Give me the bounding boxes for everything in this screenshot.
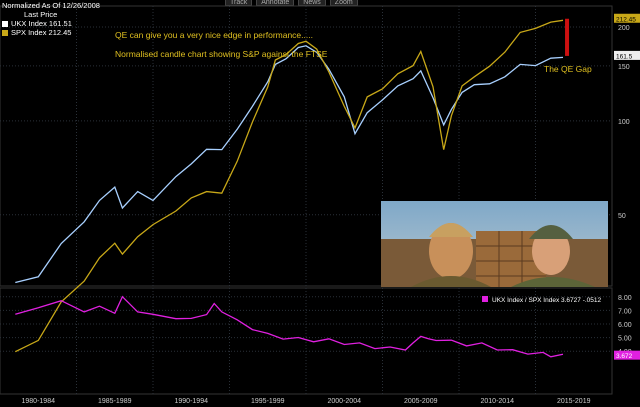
ratio-legend-label: UKX Index / SPX Index 3.6727 -.0512 (492, 297, 602, 304)
y-tick-ratio: 7.00 (618, 308, 632, 315)
x-tick-label: 2000-2004 (328, 398, 362, 405)
y-tick-main: 150 (618, 64, 630, 71)
x-tick-label: 2005-2009 (404, 398, 438, 405)
x-tick-label: 1985-1989 (98, 398, 132, 405)
spx-swatch (2, 29, 8, 36)
legend-last-price: Last Price (24, 10, 58, 19)
ratio-last-value: 3.672 (616, 353, 633, 360)
qe-gap-bar (565, 18, 570, 56)
y-tick-ratio: 8.00 (618, 295, 632, 302)
ratio-swatch (482, 296, 488, 302)
x-tick-label: 2010-2014 (481, 398, 515, 405)
series-line-ratio (15, 295, 564, 358)
annotation-qe-edge: QE can give you a very nice edge in perf… (115, 30, 313, 40)
y-tick-ratio: 5.00 (618, 336, 632, 343)
movie-still-photo (381, 201, 608, 287)
x-tick-label: 1995-1999 (251, 398, 285, 405)
x-tick-label: 1980-1984 (22, 398, 56, 405)
y-tick-main: 50 (618, 213, 626, 220)
x-tick-label: 2015-2019 (557, 398, 591, 405)
spx-last-value: 212.45 (616, 16, 636, 23)
chart-legend: Normalized As Of 12/26/2008 Last Price U… (2, 1, 100, 37)
y-tick-main: 100 (618, 119, 630, 126)
annotation-normalised: Normalised candle chart showing S&P agai… (115, 49, 328, 59)
ukx-last-value: 161.5 (616, 53, 633, 60)
y-tick-main: 200 (618, 25, 630, 32)
legend-spx: SPX Index 212.45 (11, 28, 72, 37)
ukx-swatch (2, 20, 8, 27)
annotation-qe-gap: The QE Gap (544, 64, 592, 74)
y-tick-ratio: 6.00 (618, 322, 632, 329)
x-tick-label: 1990-1994 (175, 398, 209, 405)
legend-header: Normalized As Of 12/26/2008 (2, 1, 100, 10)
series-line-spx (15, 19, 564, 353)
legend-ukx: UKX Index 161.51 (11, 19, 72, 28)
